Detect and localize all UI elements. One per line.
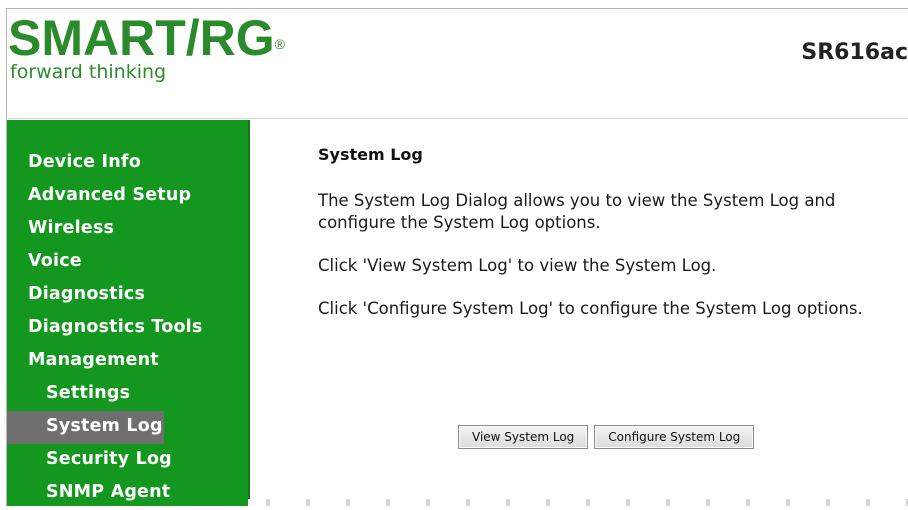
view-instruction-text: Click 'View System Log' to view the Syst… (318, 256, 717, 275)
sidebar: Device Info Advanced Setup Wireless Voic… (7, 120, 250, 506)
sidebar-item-diagnostics[interactable]: Diagnostics (7, 279, 248, 312)
bottom-edge (248, 499, 908, 506)
configure-instruction-text: Click 'Configure System Log' to configur… (318, 299, 863, 318)
header-divider (6, 118, 908, 119)
main-content: System Log The System Log Dialog allows … (318, 145, 908, 341)
sidebar-item-management[interactable]: Management (7, 345, 248, 378)
sidebar-item-wireless[interactable]: Wireless (7, 213, 248, 246)
sidebar-item-advanced-setup[interactable]: Advanced Setup (7, 180, 248, 213)
device-model: SR616ac (801, 40, 908, 65)
sidebar-item-security-log[interactable]: Security Log (7, 444, 248, 477)
sidebar-nav: Device Info Advanced Setup Wireless Voic… (7, 147, 248, 510)
sidebar-item-snmp-agent[interactable]: SNMP Agent (7, 477, 248, 510)
page-title: System Log (318, 145, 423, 164)
sidebar-item-system-log[interactable]: System Log (7, 411, 164, 444)
sidebar-item-settings[interactable]: Settings (7, 378, 248, 411)
action-buttons: View System Log Configure System Log (458, 425, 760, 449)
registered-mark: ® (274, 36, 285, 52)
sidebar-item-diagnostics-tools[interactable]: Diagnostics Tools (7, 312, 248, 345)
smartrg-logo: SMART/RG® forward thinking (8, 12, 285, 83)
logo-wordmark: SMART/RG® (8, 10, 285, 66)
description-text: The System Log Dialog allows you to view… (318, 191, 836, 232)
sidebar-item-device-info[interactable]: Device Info (7, 147, 248, 180)
sidebar-item-voice[interactable]: Voice (7, 246, 248, 279)
configure-system-log-button[interactable]: Configure System Log (594, 425, 755, 449)
view-system-log-button[interactable]: View System Log (458, 425, 589, 449)
